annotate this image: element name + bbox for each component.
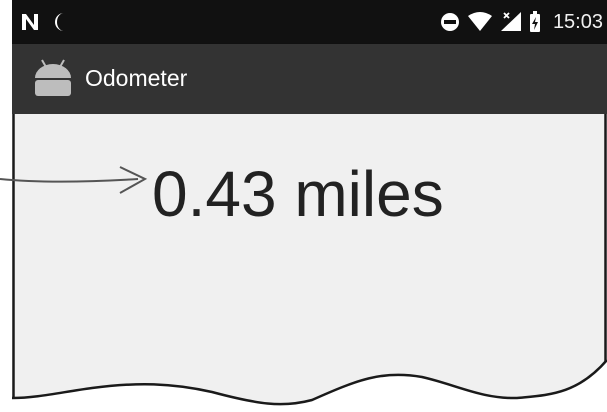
callout-arrow xyxy=(0,166,148,194)
